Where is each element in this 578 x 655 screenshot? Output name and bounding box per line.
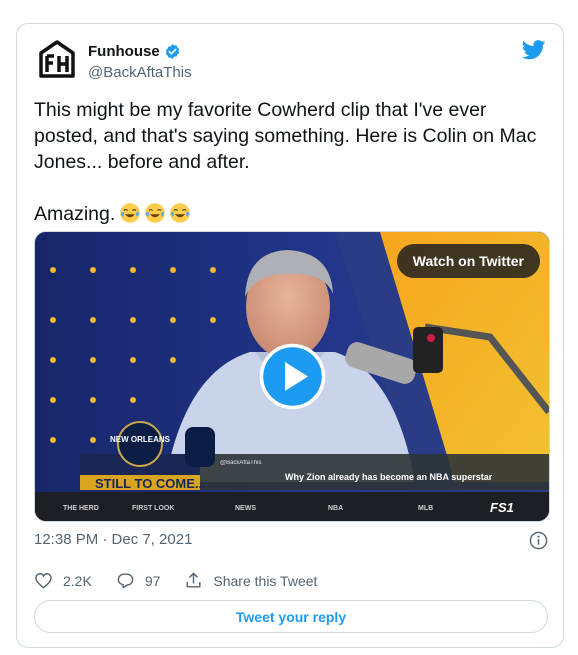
funhouse-logo-icon: [39, 40, 75, 78]
share-label: Share this Tweet: [213, 572, 318, 589]
info-icon[interactable]: [529, 531, 548, 550]
reply-action-button[interactable]: 97: [116, 571, 161, 590]
face-with-tears-of-joy-icon: [145, 203, 166, 223]
team-logo-text: NEW ORLEANS: [110, 435, 171, 444]
ticker-item-the-herd: THE HERD: [63, 505, 99, 512]
heart-icon: [35, 573, 52, 589]
network-logo: FS1: [490, 500, 514, 515]
tweet-timestamp[interactable]: 12:38 PM · Dec 7, 2021: [34, 531, 192, 548]
watch-on-twitter-button[interactable]: Watch on Twitter: [396, 244, 540, 278]
video-preview[interactable]: NEW ORLEANS Why Zion already has become …: [34, 231, 550, 522]
lower-third-headline: Why Zion already has become an NBA super…: [285, 472, 493, 482]
tweet-text-paragraph-1: This might be my favorite Cowherd clip t…: [34, 99, 537, 173]
lower-third-still-to-come: STILL TO COME...: [95, 476, 206, 491]
timestamp-row: 12:38 PM · Dec 7, 2021: [34, 531, 548, 551]
author-handle[interactable]: @BackAftaThis: [88, 64, 192, 81]
author-name-row[interactable]: Funhouse: [88, 43, 181, 60]
face-with-tears-of-joy-icon: [120, 203, 141, 223]
tweet-text: This might be my favorite Cowherd clip t…: [34, 97, 549, 227]
tweet-your-reply-button[interactable]: Tweet your reply: [34, 600, 548, 633]
display-name[interactable]: Funhouse: [88, 43, 160, 60]
face-with-tears-of-joy-icon: [170, 203, 191, 223]
play-icon[interactable]: [259, 343, 326, 410]
tweet-card: Funhouse @BackAftaThis This might be my …: [16, 23, 564, 648]
ticker-item-nba: NBA: [328, 505, 343, 512]
emoji-row: [119, 202, 191, 224]
tweet-text-amazing: Amazing.: [34, 203, 116, 225]
share-tweet-button[interactable]: Share this Tweet: [184, 571, 317, 590]
tweet-actions: 2.2K 97 Share this Tweet: [34, 571, 317, 590]
ticker-item-mlb: MLB: [418, 505, 433, 512]
twitter-bird-icon[interactable]: [522, 40, 546, 60]
reply-bubble-icon: [117, 573, 134, 589]
like-count: 2.2K: [63, 572, 92, 589]
avatar[interactable]: [37, 39, 77, 79]
share-icon: [186, 572, 201, 588]
reply-count: 97: [144, 572, 161, 589]
verified-badge-icon: [165, 44, 179, 59]
ticker-item-first-look: FIRST LOOK: [132, 505, 174, 512]
like-button[interactable]: 2.2K: [34, 571, 92, 590]
video-credit: @BackAftaThis: [220, 460, 261, 466]
tweet-text-paragraph-2: Amazing.: [34, 201, 549, 227]
ticker-item-news: NEWS: [235, 505, 256, 512]
